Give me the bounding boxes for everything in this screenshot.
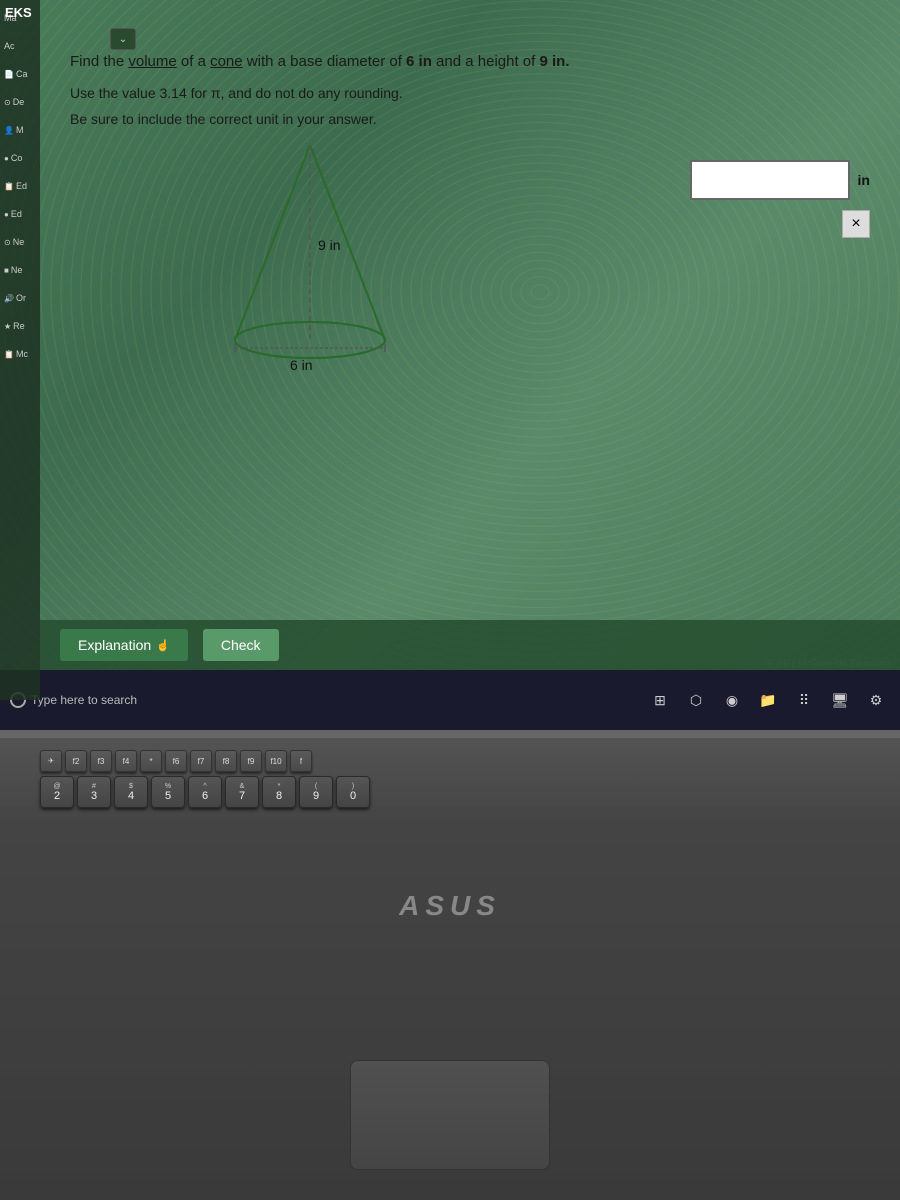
sidebar-item-co[interactable]: ●Co bbox=[0, 145, 38, 171]
taskbar-icon-settings[interactable]: ⚙ bbox=[862, 686, 890, 714]
sidebar-item-ac[interactable]: Ac bbox=[0, 33, 38, 59]
key-f1[interactable]: ✈ bbox=[40, 750, 62, 772]
search-text: Type here to search bbox=[31, 693, 137, 707]
bottom-action-bar: Explanation ☝ Check bbox=[40, 620, 900, 670]
sidebar-item-mc[interactable]: 📋Mc bbox=[0, 341, 38, 367]
key-amp-7[interactable]: & 7 bbox=[225, 776, 259, 808]
explanation-button[interactable]: Explanation ☝ bbox=[60, 629, 188, 661]
sidebar-item-re[interactable]: ★Re bbox=[0, 313, 38, 339]
key-f3[interactable]: f3 bbox=[90, 750, 112, 772]
key-f11[interactable]: f bbox=[290, 750, 312, 772]
cursor-icon: ☝ bbox=[156, 639, 170, 652]
eks-label: EKS bbox=[5, 5, 32, 20]
key-f8[interactable]: f8 bbox=[215, 750, 237, 772]
check-button[interactable]: Check bbox=[203, 629, 279, 661]
screen: EKS ⌄ Ma Ac 📄Ca ⊙De 👤M ●Co 📋Ed ●Ed ⊙Ne ■… bbox=[0, 0, 900, 730]
key-star-8[interactable]: * 8 bbox=[262, 776, 296, 808]
svg-text:9 in: 9 in bbox=[318, 237, 341, 253]
key-paren-0[interactable]: ) 0 bbox=[336, 776, 370, 808]
question-line2: Use the value 3.14 for π, and do not do … bbox=[70, 82, 870, 104]
key-paren-9[interactable]: ( 9 bbox=[299, 776, 333, 808]
taskbar-icon-browser[interactable]: ⬡ bbox=[682, 686, 710, 714]
touchpad[interactable] bbox=[350, 1060, 550, 1170]
fn-key-row: ✈ f2 f3 f4 * f6 f7 f8 f9 f10 f bbox=[40, 750, 860, 772]
key-dollar-4[interactable]: $ 4 bbox=[114, 776, 148, 808]
key-f2[interactable]: f2 bbox=[65, 750, 87, 772]
sidebar-item-de[interactable]: ⊙De bbox=[0, 89, 38, 115]
sidebar-item-ne1[interactable]: ⊙Ne bbox=[0, 229, 38, 255]
unit-label: in bbox=[858, 172, 870, 188]
key-percent-5[interactable]: % 5 bbox=[151, 776, 185, 808]
taskbar-icon-edge[interactable]: ◉ bbox=[718, 686, 746, 714]
svg-text:6 in: 6 in bbox=[290, 357, 313, 373]
cone-diagram: 9 in 6 in bbox=[120, 120, 500, 400]
sidebar: Ma Ac 📄Ca ⊙De 👤M ●Co 📋Ed ●Ed ⊙Ne ■Ne 🔊Or bbox=[0, 0, 40, 700]
check-label: Check bbox=[221, 637, 261, 653]
main-content: Find the volume of a cone with a base di… bbox=[40, 0, 900, 700]
key-f9[interactable]: f9 bbox=[240, 750, 262, 772]
key-f10[interactable]: f10 bbox=[265, 750, 287, 772]
number-row: @ 2 # 3 $ 4 % 5 ^ 6 & 7 bbox=[40, 776, 860, 808]
keyboard-area: ✈ f2 f3 f4 * f6 f7 f8 f9 f10 f @ 2 # 3 $ bbox=[40, 750, 860, 811]
answer-row: in bbox=[690, 160, 870, 200]
answer-area: in × bbox=[690, 160, 870, 238]
taskbar-icon-apps[interactable]: ⠿ bbox=[790, 686, 818, 714]
taskbar-icon-windows[interactable]: ⊞ bbox=[646, 686, 674, 714]
taskbar-icon-monitor[interactable]: 🖥 bbox=[826, 686, 854, 714]
sidebar-item-or[interactable]: 🔊Or bbox=[0, 285, 38, 311]
sidebar-item-ed2[interactable]: ●Ed bbox=[0, 201, 38, 227]
sidebar-item-ne2[interactable]: ■Ne bbox=[0, 257, 38, 283]
key-hash-3[interactable]: # 3 bbox=[77, 776, 111, 808]
sidebar-item-ca[interactable]: 📄Ca bbox=[0, 61, 38, 87]
key-f5[interactable]: * bbox=[140, 750, 162, 772]
key-f7[interactable]: f7 bbox=[190, 750, 212, 772]
answer-input[interactable] bbox=[690, 160, 850, 200]
explanation-label: Explanation bbox=[78, 637, 151, 653]
taskbar: Type here to search ⊞ ⬡ ◉ 📁 ⠿ 🖥 ⚙ bbox=[0, 670, 900, 730]
sidebar-item-m[interactable]: 👤M bbox=[0, 117, 38, 143]
key-f4[interactable]: f4 bbox=[115, 750, 137, 772]
taskbar-icon-folder[interactable]: 📁 bbox=[754, 686, 782, 714]
question-line1: Find the volume of a cone with a base di… bbox=[70, 50, 870, 74]
clear-button[interactable]: × bbox=[842, 210, 870, 238]
taskbar-icons: ⊞ ⬡ ◉ 📁 ⠿ 🖥 ⚙ bbox=[646, 686, 890, 714]
key-f6[interactable]: f6 bbox=[165, 750, 187, 772]
key-at-2[interactable]: @ 2 bbox=[40, 776, 74, 808]
key-caret-6[interactable]: ^ 6 bbox=[188, 776, 222, 808]
keyboard-bezel: ASUS ✈ f2 f3 f4 * f6 f7 f8 f9 f10 f @ 2 … bbox=[0, 730, 900, 1200]
cone-svg: 9 in 6 in bbox=[200, 130, 420, 390]
dropdown-button[interactable]: ⌄ bbox=[110, 28, 136, 50]
asus-brand-logo: ASUS bbox=[399, 890, 501, 1000]
taskbar-search-area[interactable]: Type here to search bbox=[31, 693, 641, 707]
sidebar-item-ed1[interactable]: 📋Ed bbox=[0, 173, 38, 199]
